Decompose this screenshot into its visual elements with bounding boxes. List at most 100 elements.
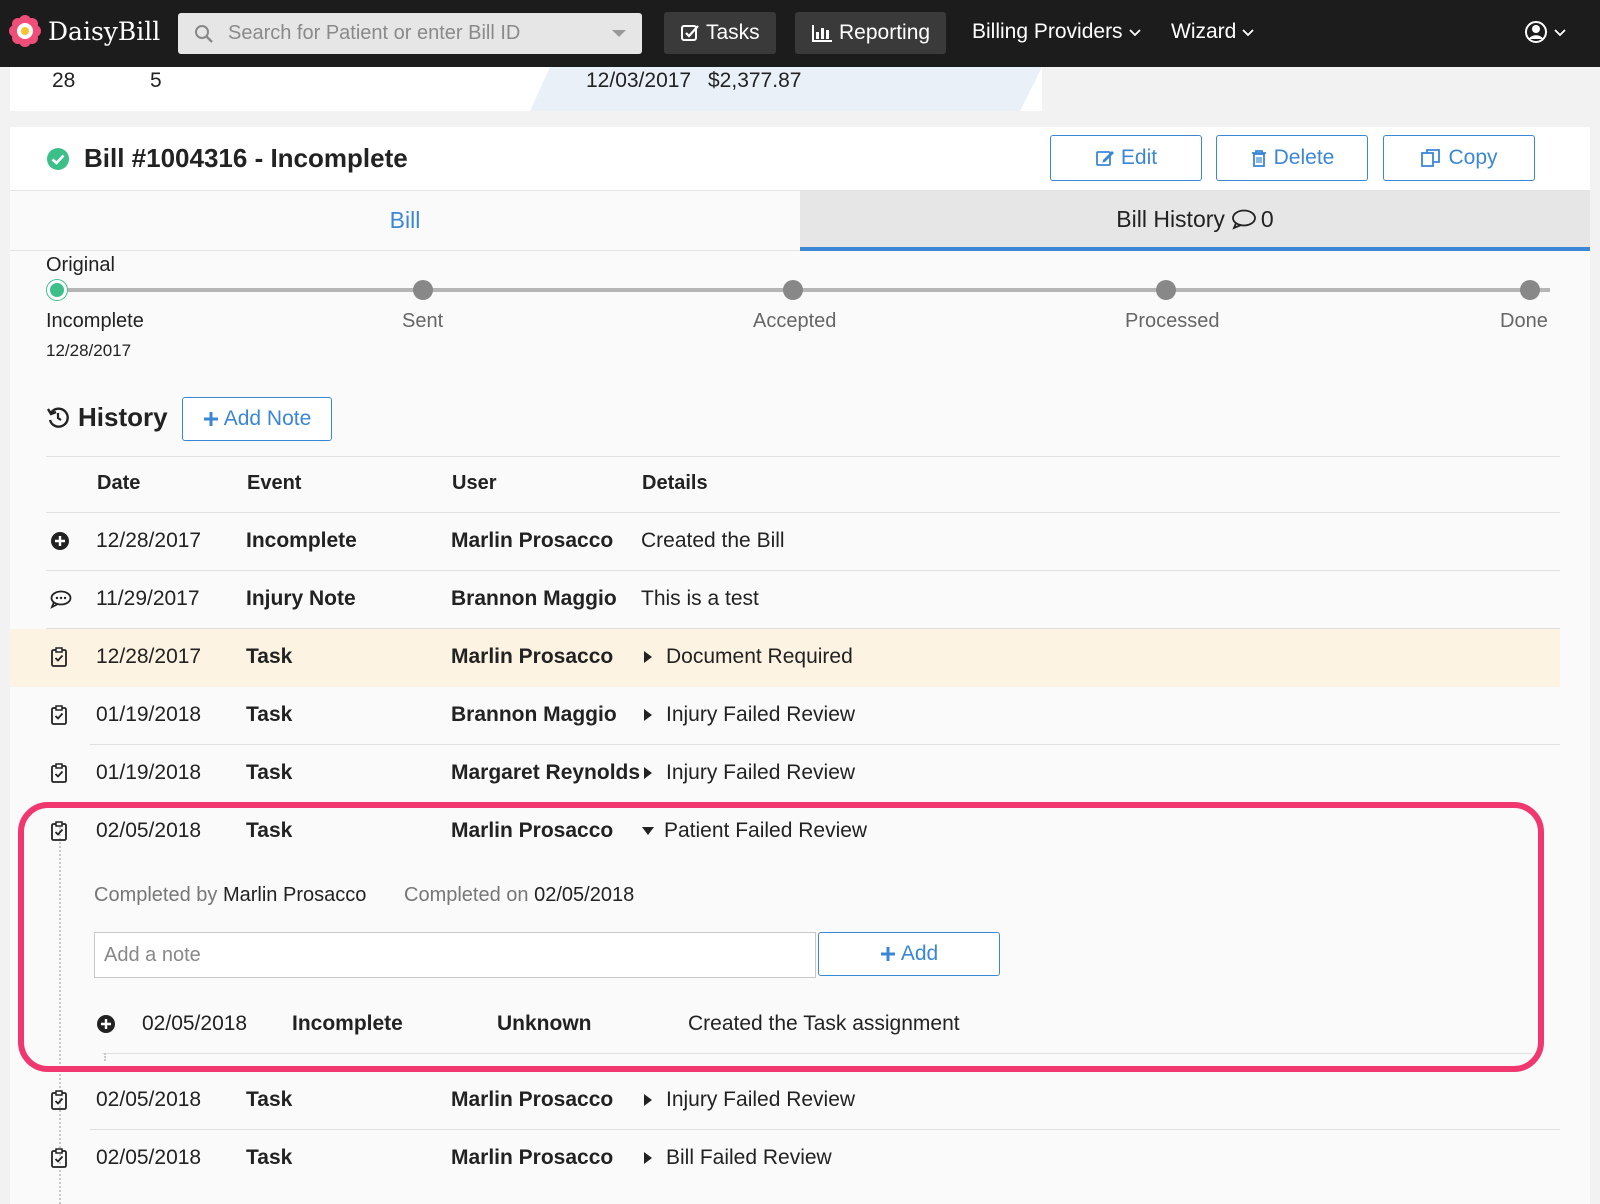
delete-button[interactable]: Delete: [1216, 135, 1368, 181]
sub-row-divider: [102, 1053, 1532, 1054]
stage-done: Done: [1500, 310, 1548, 332]
sub-timeline-line: [104, 1053, 106, 1061]
stage-processed: Processed: [1125, 310, 1220, 332]
tasks-button[interactable]: Tasks: [664, 12, 776, 54]
row-date: 01/19/2018: [96, 761, 202, 784]
table-row-expanded[interactable]: 02/05/2018 Task Marlin Prosacco Patient …: [10, 803, 1560, 861]
row-date: 02/05/2018: [96, 1146, 202, 1169]
search-icon: [195, 24, 213, 43]
user-circle-icon: [1525, 21, 1547, 43]
task-icon: [51, 647, 67, 667]
comment-icon: [1232, 209, 1256, 230]
row-event: Incomplete: [246, 529, 357, 552]
row-user: Marlin Prosacco: [451, 1146, 614, 1169]
top-navbar: DaisyBill Search for Patient or enter Bi…: [0, 0, 1600, 67]
table-row[interactable]: 11/29/2017 Injury Note Brannon Maggio Th…: [10, 571, 1560, 629]
task-icon: [51, 1148, 67, 1168]
completed-by: Completed by Marlin Prosacco: [94, 884, 366, 907]
task-icon: [51, 763, 67, 783]
add-note-button[interactable]: Add Note: [182, 397, 332, 441]
col-date: Date: [97, 472, 141, 494]
edit-button[interactable]: Edit: [1050, 135, 1202, 181]
row-user: Marlin Prosacco: [451, 1088, 614, 1111]
summary-col1: 28: [52, 69, 76, 92]
daisy-icon: [9, 15, 41, 47]
stage-dot-accepted: [783, 280, 803, 300]
version-label: Original: [46, 254, 115, 276]
tab-bill-history-label: Bill History: [1116, 205, 1225, 232]
table-row[interactable]: 01/19/2018 Task Brannon Maggio Injury Fa…: [10, 687, 1560, 745]
table-row[interactable]: 12/28/2017 Incomplete Marlin Prosacco Cr…: [10, 513, 1560, 571]
copy-icon: [1421, 149, 1441, 167]
completed-by-value: Marlin Prosacco: [222, 884, 367, 906]
row-event: Injury Note: [246, 587, 356, 610]
col-event: Event: [247, 472, 302, 494]
table-row-highlighted[interactable]: 12/28/2017 Task Marlin Prosacco Document…: [10, 629, 1560, 687]
brand-logo[interactable]: DaisyBill: [8, 14, 160, 48]
stage-accepted: Accepted: [753, 310, 837, 332]
table-row[interactable]: 02/05/2018 Task Marlin Prosacco Bill Fai…: [10, 1130, 1560, 1188]
table-row[interactable]: 01/19/2018 Task Margaret Reynolds Injury…: [10, 745, 1560, 803]
table-row[interactable]: 02/05/2018 Task Marlin Prosacco Injury F…: [10, 1072, 1560, 1130]
copy-button[interactable]: Copy: [1383, 135, 1535, 181]
stage-dot-sent: [413, 280, 433, 300]
billing-providers-menu[interactable]: Billing Providers: [972, 20, 1141, 44]
summary-amount: $2,377.87: [708, 69, 802, 92]
stage-sent: Sent: [402, 310, 444, 332]
add-note-label: Add Note: [223, 407, 312, 430]
bill-title-text: Bill #1004316 - Incomplete: [84, 143, 408, 173]
row-details-toggle[interactable]: Patient Failed Review: [642, 819, 867, 843]
row-details: Injury Failed Review: [666, 1088, 856, 1111]
row-details-toggle[interactable]: Injury Failed Review: [644, 703, 855, 727]
search-box[interactable]: Search for Patient or enter Bill ID: [178, 13, 642, 54]
history-icon: [46, 406, 69, 428]
stage-date: 12/28/2017: [46, 341, 132, 360]
row-details: Document Required: [666, 645, 853, 668]
row-user: Marlin Prosacco: [451, 819, 614, 842]
plus-icon: [880, 947, 895, 961]
brand-name: DaisyBill: [48, 16, 161, 46]
row-details-toggle[interactable]: Injury Failed Review: [644, 761, 855, 785]
add-button[interactable]: Add: [818, 932, 1000, 976]
col-details: Details: [642, 472, 708, 494]
wizard-label: Wizard: [1171, 20, 1237, 43]
row-date: 12/28/2017: [96, 645, 202, 668]
row-details: Injury Failed Review: [666, 761, 856, 784]
row-event: Task: [246, 1146, 293, 1169]
completed-by-label: Completed by: [94, 884, 218, 906]
caret-down-icon[interactable]: [612, 30, 626, 37]
row-details: Patient Failed Review: [664, 819, 868, 842]
summary-date: 12/03/2017: [586, 69, 692, 92]
sub-row-date: 02/05/2018: [142, 1012, 248, 1035]
wizard-menu[interactable]: Wizard: [1171, 20, 1254, 44]
chevron-down-icon: [1242, 29, 1254, 37]
row-user: Margaret Reynolds: [451, 761, 641, 784]
history-title-text: History: [78, 402, 168, 432]
plus-circle-icon: [51, 532, 69, 550]
row-event: Task: [246, 645, 293, 668]
billing-providers-label: Billing Providers: [972, 20, 1123, 43]
row-details-toggle[interactable]: Document Required: [644, 645, 853, 669]
caret-right-icon: [644, 1094, 652, 1106]
add-note-input[interactable]: [94, 932, 816, 978]
stage-dot-incomplete: [47, 280, 67, 300]
reporting-button[interactable]: Reporting: [795, 12, 947, 54]
row-date: 02/05/2018: [96, 819, 202, 842]
delete-label: Delete: [1273, 146, 1335, 169]
tab-bill-history[interactable]: Bill History 0: [800, 191, 1590, 251]
chevron-down-icon: [1554, 29, 1566, 37]
row-details-toggle[interactable]: Bill Failed Review: [644, 1146, 832, 1170]
caret-right-icon: [644, 1152, 652, 1164]
tasks-label: Tasks: [706, 21, 760, 44]
bill-header: Bill #1004316 - Incomplete Edit Delete C…: [10, 127, 1590, 191]
summary-col2: 5: [150, 69, 162, 92]
row-details-toggle[interactable]: Injury Failed Review: [644, 1088, 855, 1112]
completed-on-value: 02/05/2018: [534, 884, 635, 906]
user-menu[interactable]: [1524, 20, 1566, 44]
sub-row[interactable]: 02/05/2018 Incomplete Unknown Created th…: [56, 996, 1516, 1054]
add-label: Add: [900, 942, 939, 965]
search-input[interactable]: Search for Patient or enter Bill ID: [228, 22, 612, 45]
tab-bill[interactable]: Bill: [10, 191, 800, 251]
sub-row-details: Created the Task assignment: [688, 1012, 960, 1035]
table-top-rule: [46, 456, 1560, 457]
